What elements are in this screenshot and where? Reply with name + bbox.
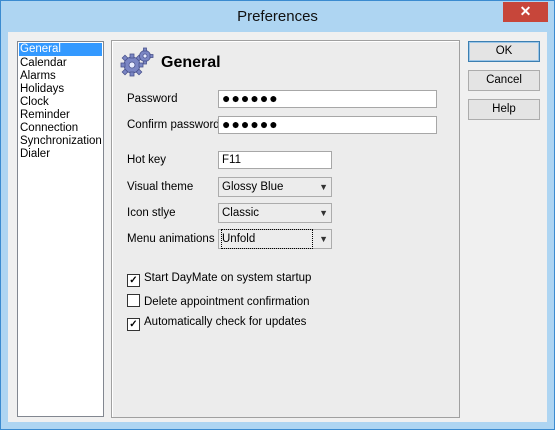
confirm-password-label: Confirm password [127,119,220,131]
hot-key-label: Hot key [127,154,166,166]
preferences-window: Preferences ✕ General Calendar Alarms Ho… [0,0,555,430]
category-item-synchronization[interactable]: Synchronization [18,135,103,148]
password-field[interactable]: ●●●●●● [218,90,437,108]
title-bar[interactable]: Preferences ✕ [1,1,554,32]
cancel-button[interactable]: Cancel [468,70,540,91]
close-icon: ✕ [519,3,532,19]
help-button[interactable]: Help [468,99,540,120]
hot-key-field[interactable]: F11 [218,151,332,169]
icon-style-dropdown[interactable]: Classic ▼ [218,203,332,223]
password-label: Password [127,93,178,105]
checkbox-checked-icon[interactable]: ✓ [127,318,140,331]
category-item-clock[interactable]: Clock [18,96,103,109]
category-list[interactable]: General Calendar Alarms Holidays Clock R… [17,41,104,417]
window-title: Preferences [237,8,318,25]
delete-confirmation-checkbox-label: Delete appointment confirmation [144,296,310,308]
chevron-down-icon: ▼ [319,208,328,218]
icon-style-value: Classic [222,207,260,219]
delete-confirmation-checkbox[interactable]: Delete appointment confirmation [127,294,310,308]
gears-icon [120,47,154,77]
startup-checkbox[interactable]: ✓ Start DayMate on system startup [127,272,311,287]
page-title: General [161,54,221,71]
category-item-dialer[interactable]: Dialer [18,148,103,161]
confirm-password-field[interactable]: ●●●●●● [218,116,437,134]
check-updates-checkbox-label: Automatically check for updates [144,316,307,328]
icon-style-label: Icon stlye [127,207,176,219]
general-settings-panel: General Password ●●●●●● Confirm password… [111,40,460,418]
category-item-reminder[interactable]: Reminder [18,109,103,122]
check-updates-checkbox[interactable]: ✓ Automatically check for updates [127,316,306,331]
category-item-calendar[interactable]: Calendar [18,57,103,70]
dialog-client-area: General Calendar Alarms Holidays Clock R… [8,32,547,422]
chevron-down-icon: ▼ [319,182,328,192]
menu-animations-label: Menu animations [127,233,215,245]
category-item-connection[interactable]: Connection [18,122,103,135]
visual-theme-value: Glossy Blue [222,181,284,193]
menu-animations-dropdown[interactable]: Unfold ▼ [218,229,332,249]
checkbox-checked-icon[interactable]: ✓ [127,274,140,287]
category-item-alarms[interactable]: Alarms [18,70,103,83]
category-item-general[interactable]: General [19,43,102,56]
ok-button[interactable]: OK [468,41,540,62]
chevron-down-icon: ▼ [319,234,328,244]
visual-theme-label: Visual theme [127,181,194,193]
menu-animations-value: Unfold [221,229,313,249]
startup-checkbox-label: Start DayMate on system startup [144,272,312,284]
checkbox-unchecked-icon[interactable] [127,294,140,307]
close-button[interactable]: ✕ [503,2,548,22]
category-item-holidays[interactable]: Holidays [18,83,103,96]
visual-theme-dropdown[interactable]: Glossy Blue ▼ [218,177,332,197]
